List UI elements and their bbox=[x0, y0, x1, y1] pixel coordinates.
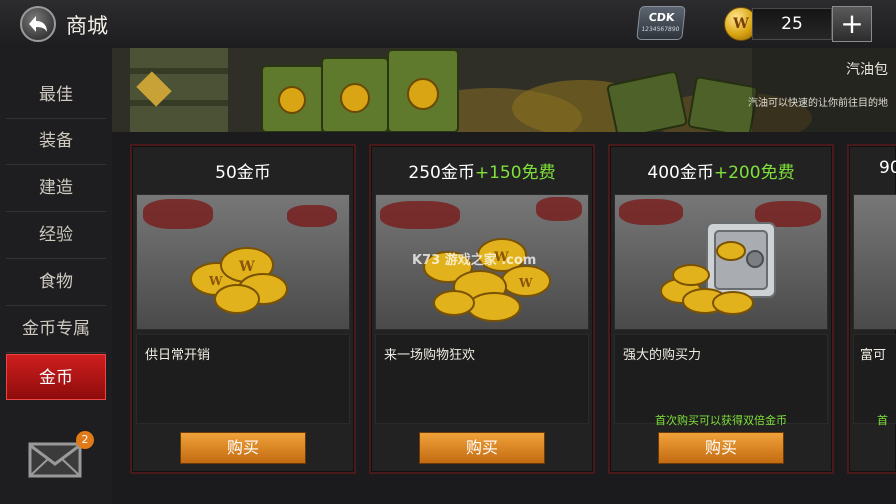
top-bar: 商城 CDK 1234567890 W 25 + bbox=[0, 0, 896, 49]
banner-gas-cans-illustration bbox=[112, 48, 896, 132]
coin-pack-card-partial[interactable]: 90 富可 首 bbox=[847, 144, 896, 474]
cdk-sublabel: 1234567890 bbox=[640, 26, 680, 33]
coin-pack-card-50[interactable]: 50金币 W W 供日常开销 购买 bbox=[130, 144, 356, 474]
sidebar-item-build[interactable]: 建造 bbox=[6, 165, 106, 212]
card-title: 90 bbox=[879, 158, 896, 178]
buy-button[interactable]: 购买 bbox=[658, 432, 784, 464]
sidebar-item-equipment[interactable]: 装备 bbox=[6, 118, 106, 165]
card-amount: 250金币 bbox=[408, 163, 475, 183]
card-image: W W bbox=[136, 194, 350, 330]
card-title: 50金币 bbox=[132, 158, 354, 183]
sidebar-item-coins[interactable]: 金币 bbox=[6, 354, 106, 400]
coin-stack-icon: W W bbox=[190, 247, 288, 314]
envelope-icon bbox=[28, 442, 82, 478]
sidebar-item-coin-exclusive[interactable]: 金币专属 bbox=[6, 306, 106, 353]
card-image: W W K73 游戏之家 .com bbox=[375, 194, 589, 330]
add-coins-button[interactable]: + bbox=[832, 6, 872, 42]
svg-text:W: W bbox=[518, 276, 533, 290]
safe-with-coins-icon bbox=[660, 222, 776, 315]
card-image bbox=[614, 194, 828, 330]
card-bonus: +200免费 bbox=[713, 163, 795, 183]
coin-glyph: W bbox=[733, 16, 749, 32]
card-description: 供日常开销 bbox=[136, 334, 350, 424]
mail-count-badge: 2 bbox=[76, 431, 94, 449]
sidebar-item-food[interactable]: 食物 bbox=[6, 259, 106, 306]
back-arrow-icon bbox=[29, 16, 47, 32]
svg-text:W: W bbox=[208, 274, 223, 288]
category-sidebar: 最佳 装备 建造 经验 食物 金币专属 金币 bbox=[0, 48, 112, 504]
card-amount: 400金币 bbox=[647, 163, 714, 183]
card-description: 来一场购物狂欢 bbox=[375, 334, 589, 424]
mail-button[interactable] bbox=[28, 440, 82, 480]
page-title: 商城 bbox=[66, 14, 108, 38]
coin-pack-card-400[interactable]: 400金币+200免费 强大的购买力 首次购买可以获得双倍金币 购买 bbox=[608, 144, 834, 474]
first-purchase-note: 首次购买可以获得双倍金币 bbox=[655, 414, 787, 427]
buy-button[interactable]: 购买 bbox=[419, 432, 545, 464]
card-description: 强大的购买力 bbox=[614, 334, 828, 424]
first-purchase-note: 首 bbox=[877, 414, 888, 427]
svg-text:W: W bbox=[238, 259, 255, 275]
sidebar-item-best[interactable]: 最佳 bbox=[6, 72, 106, 119]
card-title: 400金币+200免费 bbox=[610, 158, 832, 183]
cdk-redeem-button[interactable]: CDK 1234567890 bbox=[636, 6, 686, 40]
card-bonus: +150免费 bbox=[474, 163, 556, 183]
back-button[interactable] bbox=[20, 6, 56, 42]
sidebar-item-experience[interactable]: 经验 bbox=[6, 212, 106, 259]
cdk-label: CDK bbox=[648, 11, 676, 24]
banner-title: 汽油包 bbox=[846, 62, 888, 78]
banner-description: 汽油可以快速的让你前往目的地 bbox=[748, 98, 888, 109]
featured-banner[interactable]: 汽油包 汽油可以快速的让你前往目的地 bbox=[112, 48, 896, 132]
plus-icon: + bbox=[840, 7, 864, 40]
card-amount: 50金币 bbox=[215, 163, 271, 183]
buy-button[interactable]: 购买 bbox=[180, 432, 306, 464]
card-title: 250金币+150免费 bbox=[371, 158, 593, 183]
card-description: 富可 bbox=[853, 334, 896, 424]
card-image bbox=[853, 194, 896, 330]
watermark-text: K73 游戏之家 .com bbox=[412, 253, 537, 268]
coin-pack-card-250[interactable]: 250金币+150免费 W W K73 游戏之家 .com 来一场购物狂欢 购买 bbox=[369, 144, 595, 474]
coin-balance: 25 bbox=[752, 8, 832, 40]
